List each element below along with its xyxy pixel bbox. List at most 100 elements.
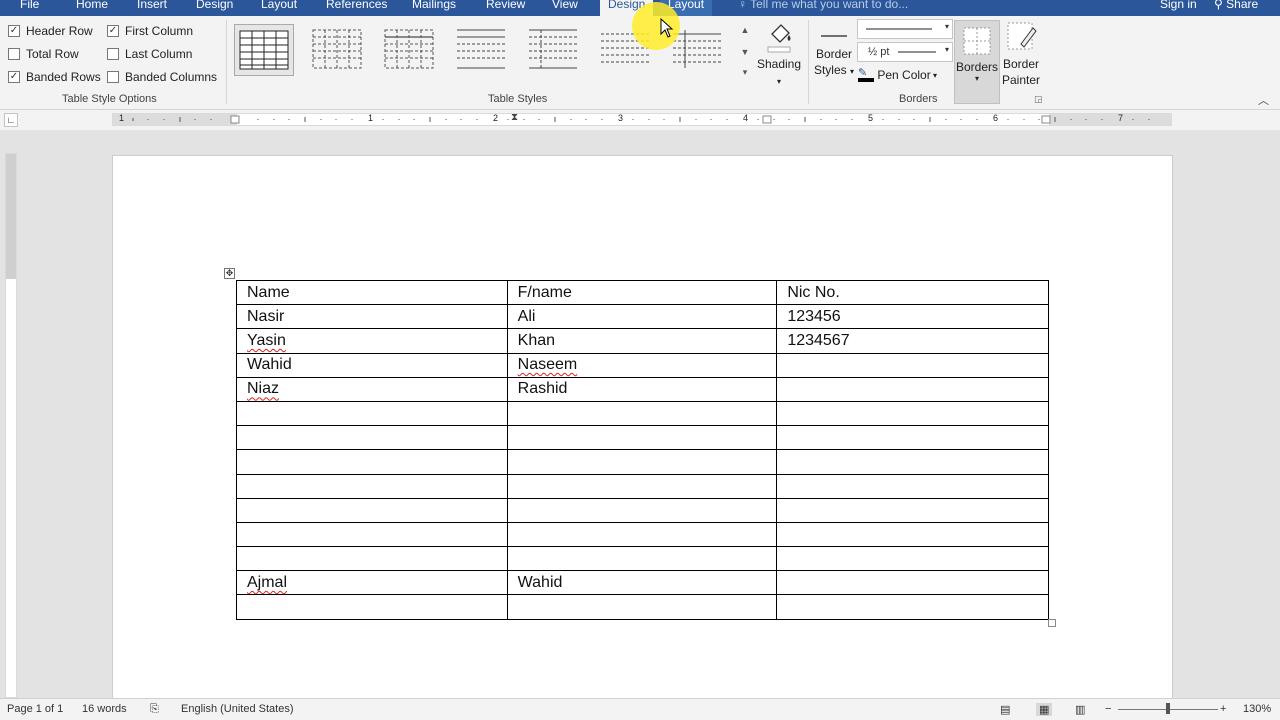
table-cell[interactable] bbox=[776, 376, 1049, 402]
table-cell[interactable] bbox=[506, 497, 778, 523]
banded-rows-checkbox[interactable]: ✓ Banded Rows bbox=[8, 70, 101, 84]
tab-insert[interactable]: Insert bbox=[137, 0, 167, 11]
tab-selector-icon[interactable]: ∟ bbox=[4, 113, 18, 127]
vertical-ruler[interactable] bbox=[5, 153, 17, 698]
header-row-checkbox[interactable]: ✓ Header Row bbox=[8, 24, 93, 38]
table-cell[interactable] bbox=[506, 521, 778, 548]
table-cell[interactable] bbox=[776, 570, 1049, 596]
table-cell[interactable] bbox=[506, 400, 778, 427]
borders-button[interactable]: Borders ▾ bbox=[954, 20, 1000, 104]
read-mode-icon[interactable]: ▤ bbox=[1000, 703, 1010, 716]
table-cell[interactable] bbox=[776, 400, 1049, 427]
table-cell[interactable]: Khan bbox=[506, 328, 778, 354]
table-cell[interactable] bbox=[236, 521, 508, 548]
table-cell[interactable]: Ajmal bbox=[236, 570, 508, 596]
shading-button[interactable]: Shading ▾ bbox=[755, 20, 803, 90]
table-cell[interactable] bbox=[236, 400, 508, 427]
pen-color-button[interactable]: ✎ Pen Color ▾ bbox=[858, 68, 937, 82]
table-cell[interactable] bbox=[776, 546, 1049, 572]
gallery-more-icon[interactable]: ▾ bbox=[738, 64, 752, 81]
horizontal-ruler[interactable]: 1 1 2 3 4 5 6 7 ⧗ bbox=[112, 112, 1172, 126]
table-resize-handle[interactable] bbox=[1048, 619, 1056, 627]
border-painter-button[interactable]: Border Painter bbox=[1000, 20, 1042, 88]
table-cell[interactable]: Nic No. bbox=[776, 279, 1049, 306]
sign-in-link[interactable]: Sign in bbox=[1160, 0, 1197, 11]
shading-label: Shading bbox=[756, 57, 802, 71]
print-layout-icon[interactable]: ▦ bbox=[1036, 703, 1053, 716]
tab-home[interactable]: Home bbox=[76, 0, 108, 11]
table-cell[interactable] bbox=[236, 473, 508, 499]
table-cell[interactable] bbox=[506, 473, 778, 499]
table-cell[interactable] bbox=[506, 425, 778, 451]
dialog-launcher-icon[interactable]: ◲ bbox=[1034, 94, 1043, 105]
table-move-handle-icon[interactable]: ✥ bbox=[224, 268, 235, 279]
table-cell[interactable]: Naseem bbox=[506, 352, 778, 378]
table-cell[interactable] bbox=[506, 594, 778, 620]
table-cell[interactable] bbox=[776, 521, 1049, 548]
total-row-checkbox[interactable]: Total Row bbox=[8, 47, 79, 61]
tell-me-search[interactable]: ♀ Tell me what you want to do... bbox=[738, 0, 908, 11]
collapse-ribbon-icon[interactable]: ︿ bbox=[1258, 92, 1269, 108]
zoom-level[interactable]: 130% bbox=[1243, 703, 1271, 715]
table-cell[interactable] bbox=[506, 546, 778, 572]
gallery-scroll-up-icon[interactable]: ▲ bbox=[738, 22, 752, 39]
language-indicator[interactable]: English (United States) bbox=[181, 703, 294, 715]
last-column-checkbox[interactable]: Last Column bbox=[107, 47, 192, 61]
table-cell[interactable]: F/name bbox=[506, 279, 778, 306]
tab-references[interactable]: References bbox=[326, 0, 387, 11]
table-cell[interactable]: Rashid bbox=[506, 376, 778, 402]
table-cell[interactable]: 123456 bbox=[776, 304, 1049, 330]
table-cell[interactable] bbox=[776, 425, 1049, 451]
gallery-scroll-down-icon[interactable]: ▼ bbox=[738, 44, 752, 61]
table-cell[interactable]: Name bbox=[236, 279, 508, 306]
dropdown-arrow-icon: ▾ bbox=[944, 45, 949, 54]
table-cell[interactable] bbox=[236, 449, 508, 475]
banded-columns-checkbox[interactable]: Banded Columns bbox=[107, 70, 217, 84]
table-style-grid[interactable] bbox=[234, 24, 294, 76]
table-cell[interactable]: Nasir bbox=[236, 304, 508, 330]
table-cell[interactable] bbox=[236, 594, 508, 620]
table-cell[interactable] bbox=[776, 497, 1049, 523]
ruler-number: 4 bbox=[743, 113, 749, 123]
tab-layout[interactable]: Layout bbox=[261, 0, 297, 11]
zoom-out-icon[interactable]: − bbox=[1105, 703, 1111, 715]
table-cell[interactable]: Ali bbox=[506, 304, 778, 330]
table-cell[interactable]: Wahid bbox=[236, 352, 508, 378]
table-style-plain-2[interactable] bbox=[380, 24, 440, 76]
web-layout-icon[interactable]: ▥ bbox=[1075, 703, 1085, 716]
tab-mailings[interactable]: Mailings bbox=[412, 0, 456, 11]
first-column-label: First Column bbox=[125, 24, 194, 38]
document-table[interactable]: Name F/name Nic No. Nasir Ali 123456 Yasin Khan… bbox=[236, 279, 1049, 620]
table-cell[interactable]: Niaz bbox=[236, 376, 508, 402]
tab-design[interactable]: Design bbox=[196, 0, 233, 11]
zoom-slider-thumb[interactable] bbox=[1166, 703, 1170, 714]
table-cell[interactable] bbox=[776, 473, 1049, 499]
border-styles-button[interactable]: Border Styles ▾ bbox=[812, 30, 856, 80]
table-cell[interactable] bbox=[776, 449, 1049, 475]
table-cell[interactable]: 1234567 bbox=[776, 328, 1049, 354]
word-count[interactable]: 16 words bbox=[82, 703, 127, 715]
page-count[interactable]: Page 1 of 1 bbox=[7, 703, 63, 715]
tab-file[interactable]: File bbox=[20, 0, 39, 11]
zoom-in-icon[interactable]: + bbox=[1220, 703, 1226, 715]
share-button[interactable]: ⚲ Share bbox=[1214, 0, 1258, 11]
table-cell[interactable] bbox=[776, 352, 1049, 378]
line-style-select[interactable]: ▾ bbox=[857, 19, 953, 39]
line-weight-select[interactable]: ½ pt ▾ bbox=[857, 42, 953, 62]
table-style-plain-1[interactable] bbox=[308, 24, 368, 76]
table-cell[interactable] bbox=[236, 425, 508, 451]
table-cell[interactable] bbox=[776, 594, 1049, 620]
borders-grid-icon bbox=[963, 27, 991, 55]
table-style-plain-3[interactable] bbox=[452, 24, 512, 76]
first-column-checkbox[interactable]: ✓ First Column bbox=[107, 24, 193, 38]
table-cell[interactable] bbox=[236, 546, 508, 572]
table-cell[interactable] bbox=[506, 449, 778, 475]
table-cell[interactable]: Yasin bbox=[236, 328, 508, 354]
table-cell[interactable] bbox=[236, 497, 508, 523]
indent-marker-icon[interactable]: ⧗ bbox=[511, 112, 518, 123]
table-style-plain-4[interactable] bbox=[524, 24, 584, 76]
tab-review[interactable]: Review bbox=[486, 0, 525, 11]
tab-view[interactable]: View bbox=[552, 0, 578, 11]
table-cell[interactable]: Wahid bbox=[506, 570, 778, 596]
proofing-icon[interactable]: ⎘ bbox=[150, 703, 159, 716]
